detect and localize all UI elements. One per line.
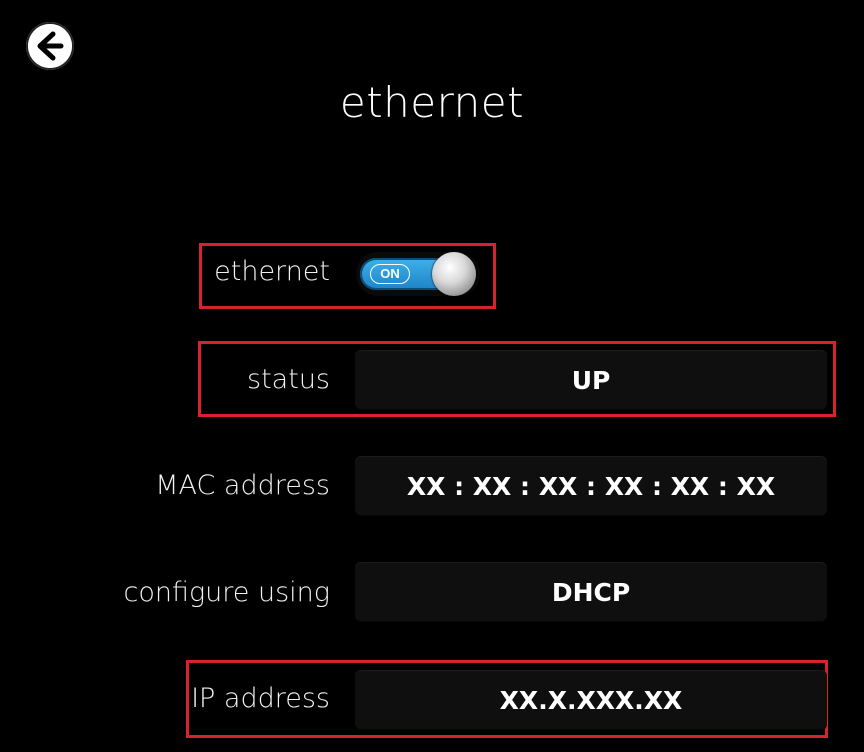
toggle-on-label: ON [370, 264, 410, 284]
page-title: ethernet [339, 78, 525, 127]
status-value: UP [355, 350, 827, 410]
mac-address-value: XX : XX : XX : XX : XX : XX [355, 456, 827, 516]
ethernet-toggle[interactable]: ON [356, 252, 480, 296]
configure-using-value[interactable]: DHCP [355, 562, 827, 622]
mac-address-label: MAC address [155, 470, 330, 501]
back-button[interactable] [26, 22, 74, 70]
ip-address-value: XX.X.XXX.XX [355, 670, 827, 730]
back-arrow-icon [28, 24, 72, 68]
ip-address-label: IP address [191, 683, 330, 714]
status-label: status [247, 364, 330, 395]
toggle-knob [432, 252, 476, 296]
configure-using-label: configure using [123, 577, 331, 608]
ethernet-label: ethernet [214, 256, 330, 287]
